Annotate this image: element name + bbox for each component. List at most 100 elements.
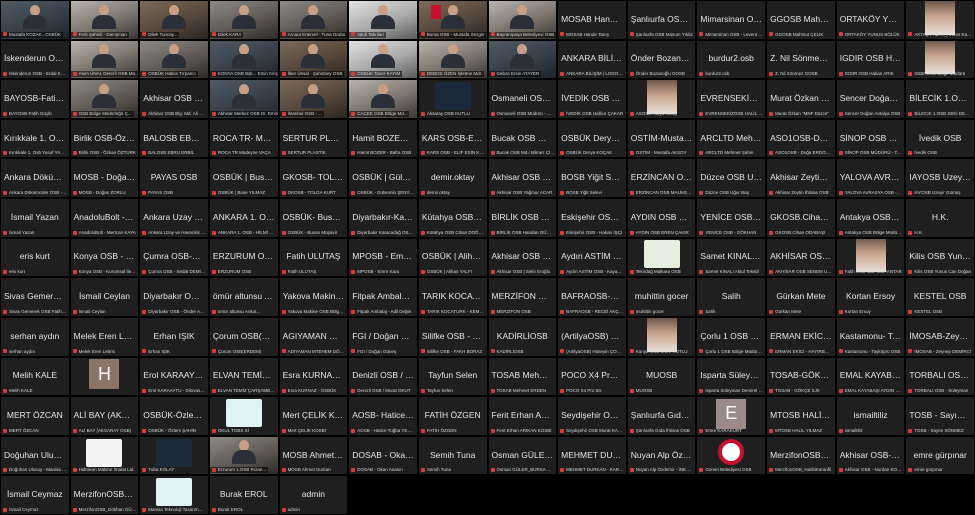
- participant-tile[interactable]: Esra KURNAZ-OS... Esra KURNAZ - OSBÜK: [279, 357, 348, 396]
- participant-tile[interactable]: Diyarbakır OSB-Ön... Diyarbakır OSB - Önd…: [140, 278, 208, 316]
- participant-tile[interactable]: Bursa OSB - Mustafa Sezgin: [418, 1, 487, 39]
- participant-tile[interactable]: Akhisar OSB-Nurda... Akhisar OSB - Nurdan…: [836, 436, 905, 475]
- participant-tile[interactable]: ROCA TR- Müdeyne... ROCA TR Müdeyne VAÇA: [209, 119, 278, 158]
- participant-tile[interactable]: Kastamonu- Taşköp... Kastamonu - Taşköprü…: [836, 317, 905, 356]
- participant-tile[interactable]: Manisa Teknoloji Tasarım...: [140, 476, 208, 514]
- participant-tile[interactable]: YALOVA AVRASYA... YALOVA AVRASYA OSB - BA…: [836, 159, 905, 198]
- participant-tile[interactable]: Ferit Şahinli - Danışman: [70, 1, 139, 39]
- participant-tile[interactable]: Erhan IŞIK Erhan IŞIK: [140, 317, 208, 356]
- participant-tile[interactable]: Çorum OSB(ERDEM) Çorum OSB(ERDEM): [209, 317, 278, 356]
- participant-tile[interactable]: Fitpak Ambalaj - Adi... Fitpak Ambalaj - …: [349, 278, 417, 316]
- participant-tile[interactable]: İskenderun OSB - E... İskenderun OSB - Er…: [1, 40, 69, 79]
- participant-tile[interactable]: Osmaneli OSB Müdü... Osmaneli OSB Müdürü …: [488, 80, 557, 118]
- participant-tile[interactable]: Yakova Makine OSB... Yakova Makine OSB Bö…: [279, 278, 348, 316]
- participant-tile[interactable]: Nuyan Alp Özdemir-... Nuyan Alp Özdemir -…: [627, 436, 696, 475]
- participant-tile[interactable]: Dilek Tuncay...: [140, 1, 208, 39]
- participant-tile[interactable]: Samet KINALI Aktul... Samet KINALI Aktul …: [697, 238, 766, 277]
- participant-tile[interactable]: SERTUR PLASTİK SERTUR PLASTİK: [279, 119, 348, 158]
- participant-tile[interactable]: Burak EROL Burak EROL: [209, 476, 278, 514]
- participant-tile[interactable]: emre gürpınar emre gürpınar: [906, 436, 974, 475]
- participant-tile[interactable]: BAYOSB-Fatih Güçlü BAYOSB-Fatih Güçlü: [1, 80, 69, 118]
- participant-tile[interactable]: FATİH ÖZGEN FATİH ÖZGEN: [418, 397, 487, 435]
- participant-tile[interactable]: Kütahya OSB Cihan... Kütahya OSB Cihan DO…: [418, 199, 487, 237]
- participant-tile[interactable]: Aksaray OSB KUTLU: [418, 80, 487, 118]
- participant-tile[interactable]: Şanlıurfa OSB Masu... Şanlıurfa OSB Masum…: [627, 1, 696, 39]
- participant-tile[interactable]: Düzce OSB Uğur Baş Düzce OSB Uğur Baş: [697, 159, 766, 198]
- participant-tile[interactable]: Gönen Belediyesi OSB: [697, 436, 766, 475]
- participant-tile[interactable]: Aydın ASTİM OSB ... Aydın ASTİM OSB - Kay…: [558, 238, 626, 277]
- participant-tile[interactable]: ERMAN EKİCİ-Hay... ERMAN EKİCİ - HAYIRBOL…: [767, 317, 835, 356]
- participant-tile[interactable]: Şanlıurfa Gıda İhtisa... Şanlıurfa Gıda İ…: [627, 397, 696, 435]
- participant-tile[interactable]: BİLECİK 1.OSB SEKİ... BİLECİK 1.OSB SEKİ …: [906, 80, 974, 118]
- participant-tile[interactable]: Gebze Ersin ATAYER: [488, 40, 557, 79]
- participant-tile[interactable]: Erzurum 1.OSB Rızan...: [209, 436, 278, 475]
- participant-tile[interactable]: Erol KARAAYTU - Di... Erol KARAAYTU - Dil…: [140, 357, 208, 396]
- participant-tile[interactable]: MOSB Ahmet Durkan MOSB Ahmet Durkan: [279, 436, 348, 475]
- participant-tile[interactable]: ERZİNCAN OSB MA... ERZİNCAN OSB MALİKE...: [627, 159, 696, 198]
- participant-tile[interactable]: Silifke OSB - FAKH... Silifke OSB - FAKH …: [418, 317, 487, 356]
- participant-tile[interactable]: Vanil Tahrilari: [349, 1, 417, 39]
- participant-tile[interactable]: (ArtilyaOSB) Hüse... (ArtilyaOSB) Hüseyin…: [558, 317, 626, 356]
- participant-tile[interactable]: Tuba KOLAY: [140, 436, 208, 475]
- participant-tile[interactable]: Murat Özkan "MNF... Murat Özkan "MNF Düzc…: [767, 80, 835, 118]
- participant-tile[interactable]: Tayfun Selen Tayfun Selen: [418, 357, 487, 396]
- participant-tile[interactable]: BALOSB EBRU ERBİL BALOSB EBRU ERBİL: [140, 119, 208, 158]
- participant-tile[interactable]: Konya OSB Emre KOTLU: [627, 317, 696, 356]
- participant-tile[interactable]: Asım ÜNAL Denizli OSB Müdür: [70, 40, 139, 79]
- participant-tile[interactable]: AYDIN OSB EREN... AYDIN OSB EREN ÇAKIR: [627, 199, 696, 237]
- participant-tile[interactable]: KESTEL OSB KESTEL OSB: [906, 278, 974, 316]
- participant-tile[interactable]: Akhisar Zeytin İhtis... Akhisar Zeytin İh…: [767, 159, 835, 198]
- participant-tile[interactable]: GKOSB- TOLGA KU... GKOSB - TOLGA KURT: [279, 159, 348, 198]
- participant-tile[interactable]: Denizli OSB / Murat... Denizli OSB / Mura…: [349, 357, 417, 396]
- participant-tile[interactable]: OSTİM-Mustafa AK... OSTİM - Mustafa AKSOY: [627, 119, 696, 158]
- participant-tile[interactable]: Arnaut Ertemel - Tuna Grubu: [279, 1, 348, 39]
- participant-tile[interactable]: AOSB- Hatice Tuğb... AOSB - Hatice Tuğba …: [349, 397, 417, 435]
- participant-tile[interactable]: MOSAB Hande Tanış MOSAB Hande Tanış: [558, 1, 626, 39]
- participant-tile[interactable]: Sencer Doğan Antal... Sencer Doğan Antaly…: [836, 80, 905, 118]
- participant-tile[interactable]: ELVAN TEMİZ ÇAR... ELVAN TEMİZ ÇARŞAMBA O…: [209, 357, 278, 396]
- participant-tile[interactable]: İsmail Ceylan İsmail Ceylan: [70, 278, 139, 316]
- participant-tile[interactable]: İMOSAB-Zeynep D... İMOSAB - Zeynep DEMİRC…: [906, 317, 974, 356]
- participant-tile[interactable]: MEHMET DURKAN-... MEHMET DURKAN - KARAMAN: [558, 436, 626, 475]
- participant-tile[interactable]: admin admin: [279, 476, 348, 514]
- participant-tile[interactable]: demir.oktay demir.oktay: [418, 159, 487, 198]
- participant-tile[interactable]: Bayrampaşa Belediyesi OSB: [488, 1, 557, 39]
- participant-tile[interactable]: GGOSB Mahmut ÇE... GGOSB Mahmut ÇELİK: [767, 1, 835, 39]
- participant-tile[interactable]: BAFRAOSB-RECEİ... BAFRAOSB - RECEİ AKÇEŞ: [558, 278, 626, 316]
- participant-tile[interactable]: OSBÜK Taner KAYIM: [349, 40, 417, 79]
- participant-tile[interactable]: E Emre KARAKURT: [697, 397, 766, 435]
- participant-tile[interactable]: AKTAŞ PAZAR_Ahmet Karataş: [906, 1, 974, 39]
- participant-tile[interactable]: MOSB - Doğan ZO... MOSB - Doğan ZORLU: [70, 159, 139, 198]
- participant-tile[interactable]: OSBÜK Hatice Tırpancı: [140, 40, 208, 79]
- participant-tile[interactable]: KONYA OSB Bşk... Emin Kılıç: [209, 40, 278, 79]
- participant-tile[interactable]: BOSB Yiğit Selevi BOSB Yiğit Selevi: [558, 159, 626, 198]
- participant-tile[interactable]: İvedik OSB İvedik OSB: [906, 119, 974, 158]
- participant-tile[interactable]: İstanbul OSB - ...: [279, 80, 348, 118]
- participant-tile[interactable]: ORTAKÖY YUNUS... ORTAKÖY YUNUS BÖLÜK: [836, 1, 905, 39]
- participant-tile[interactable]: ASO1OSB-Doğa E... ASO1OSB - Doğa ERDOĞAN: [767, 119, 835, 158]
- participant-tile[interactable]: ANKARA BİLİŞİM | L... ANKARA BİLİŞİM | LO…: [558, 40, 626, 79]
- participant-tile[interactable]: H: [70, 357, 139, 396]
- participant-tile[interactable]: GKOSB.Cihan ODA... GKOSB.Cihan ODABAŞI: [767, 199, 835, 237]
- participant-tile[interactable]: OSBÜK | Alihan YALFI OSBÜK | Alihan YALFI: [418, 238, 487, 277]
- participant-tile[interactable]: TORBALI OSB-Süle... TORBALI OSB - Süleyma…: [906, 357, 974, 396]
- participant-tile[interactable]: H.K. H.K.: [906, 199, 974, 237]
- participant-tile[interactable]: ASOSB Hülya Aksoy: [627, 80, 696, 118]
- participant-tile[interactable]: FGI / Doğan Güneş FGI / Doğan Güneş: [349, 317, 417, 356]
- participant-tile[interactable]: Fatih OSB İdari Md/PANTAR: [836, 238, 905, 277]
- participant-tile[interactable]: ERZURUM OSB ERZURUM OSB: [209, 238, 278, 277]
- participant-tile[interactable]: Isparta Süleyman D... Isparta Süleyman De…: [697, 357, 766, 396]
- participant-tile[interactable]: Hidrokon Makine İmalat Ltd.: [70, 436, 139, 475]
- participant-tile[interactable]: İsmail Ceymaz İsmail Ceymaz: [1, 476, 69, 514]
- participant-tile[interactable]: SİNOP OSB MÜDÜ... SİNOP OSB MÜDÜRÜ - Tane…: [836, 119, 905, 158]
- participant-tile[interactable]: OSBÜK- Busan Müş... OSBÜK - Busan Müşavir: [279, 199, 348, 237]
- participant-tile[interactable]: MUOSB MUOSB: [627, 357, 696, 396]
- participant-tile[interactable]: Mert ÇELİK KOSBİ Mert ÇELİK KOSBİ: [279, 397, 348, 435]
- participant-tile[interactable]: Osman GÜLER_BU... Osman GÜLER_BURSA DERİ.…: [488, 436, 557, 475]
- participant-tile[interactable]: Kortan Ersoy Kortan Ersoy: [836, 278, 905, 316]
- participant-tile[interactable]: ismailtiliz ismailtiliz: [836, 397, 905, 435]
- participant-tile[interactable]: OKUL TOBS Sİ: [209, 397, 278, 435]
- participant-tile[interactable]: Akhisar OSB Blg. M... Akhisar OSB Blg. Md…: [140, 80, 208, 118]
- participant-tile[interactable]: Fatih ULUTAŞ Fatih ULUTAŞ: [279, 238, 348, 277]
- participant-tile[interactable]: Konya OSB - Kurum... Konya OSB - Kurumsal…: [70, 238, 139, 277]
